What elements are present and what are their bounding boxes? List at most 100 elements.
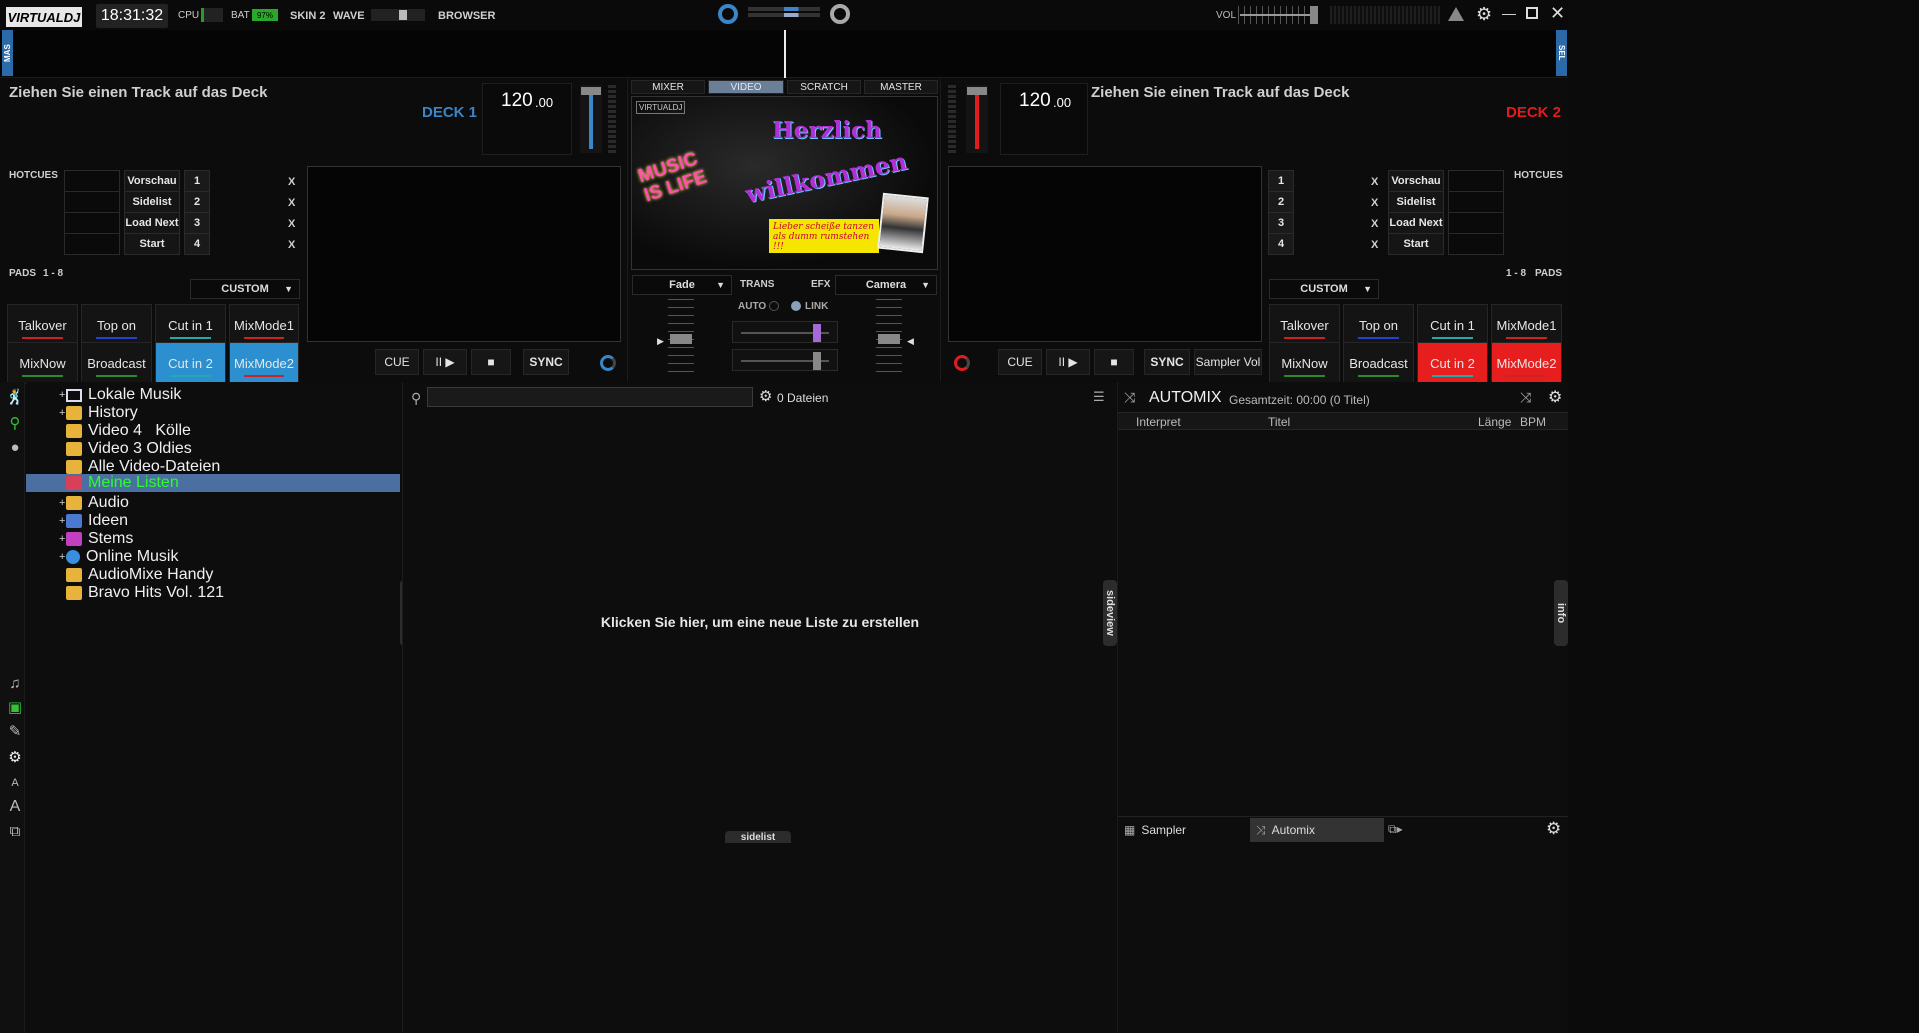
tab-automix[interactable]: ⤨ Automix (1250, 818, 1384, 842)
shuffle-icon[interactable]: ⤨ (1124, 389, 1135, 406)
settings-gear-icon[interactable]: ⚙ (1476, 4, 1492, 25)
auto-toggle[interactable] (769, 301, 779, 311)
search-icon[interactable]: ⚲ (411, 390, 421, 407)
deck1-pad-mixmode1[interactable]: MixMode1 (229, 304, 299, 346)
master-volume-slider[interactable] (1238, 6, 1320, 24)
col-bpm[interactable]: BPM (1520, 415, 1546, 429)
deck1-hotcue-1-num[interactable]: 1 (184, 170, 210, 192)
music-note-icon[interactable]: ♫ (4, 672, 26, 694)
deck2-sync-button[interactable]: SYNC (1144, 349, 1190, 375)
deck1-hotcue-4-num[interactable]: 4 (184, 233, 210, 255)
deck1-pad-mixnow[interactable]: MixNow (7, 342, 78, 384)
deck2-hotcue-3-num[interactable]: 3 (1268, 212, 1294, 234)
deck1-hotcue-2-num[interactable]: 2 (184, 191, 210, 213)
sidelist-tab[interactable]: sidelist (725, 831, 791, 843)
filter-person-icon[interactable]: ⚲ (4, 412, 26, 434)
deck2-pad-talkover[interactable]: Talkover (1269, 304, 1340, 346)
deck2-sampler-vol-button[interactable]: Sampler Vol (1194, 349, 1262, 375)
deck1-pad-broadcast[interactable]: Broadcast (81, 342, 152, 384)
minimize-icon[interactable]: — (1502, 5, 1516, 21)
col-titel[interactable]: Titel (1268, 415, 1290, 429)
image-edit-icon[interactable]: ⧉ (4, 820, 26, 842)
video-crossfader-bottom[interactable] (732, 349, 838, 371)
deck1-hotcue-load-next[interactable]: Load Next (124, 212, 180, 234)
expand-icon[interactable]: + (59, 551, 65, 563)
col-interpret[interactable]: Interpret (1136, 415, 1181, 429)
expand-icon[interactable]: + (59, 533, 65, 545)
deck1-hotcue-start[interactable]: Start (124, 233, 180, 255)
font-large-icon[interactable]: A (4, 796, 26, 818)
font-small-icon[interactable]: A (4, 772, 26, 794)
search-settings-gear-icon[interactable]: ⚙ (759, 387, 772, 405)
tab-sampler[interactable]: ▦ Sampler (1118, 818, 1248, 842)
settings-gear-icon[interactable]: ⚙ (4, 746, 26, 768)
expand-icon[interactable]: + (59, 407, 65, 419)
deck2-pad-cut-in-1[interactable]: Cut in 1 (1417, 304, 1488, 346)
tree-item-bravo-hits[interactable]: Bravo Hits Vol. 121 (66, 582, 224, 604)
tab-video[interactable]: VIDEO (708, 80, 784, 94)
search-input[interactable] (427, 387, 753, 407)
deck1-pads-mode-dropdown[interactable]: CUSTOM ▼ (190, 279, 300, 299)
deck1-pad-talkover[interactable]: Talkover (7, 304, 78, 346)
deck1-hotcue-3-num[interactable]: 3 (184, 212, 210, 234)
deck2-hotcue-vorschau[interactable]: Vorschau (1388, 170, 1444, 192)
automix-shuffle-icon[interactable]: ⤨ (1520, 389, 1531, 406)
empty-list-message[interactable]: Klicken Sie hier, um eine neue Liste zu … (403, 614, 1117, 630)
tab-master[interactable]: MASTER (864, 80, 938, 94)
deck1-hotcue-3-delete[interactable]: X (288, 218, 295, 230)
master-side-tab[interactable]: MAS (2, 30, 13, 76)
expand-icon[interactable]: + (59, 497, 65, 509)
col-laenge[interactable]: Länge (1478, 415, 1511, 429)
dancer-icon[interactable]: 🕺 (4, 386, 26, 408)
deck2-hotcue-load-next[interactable]: Load Next (1388, 212, 1444, 234)
deck2-hotcue-1-num[interactable]: 1 (1268, 170, 1294, 192)
deck2-pad-broadcast[interactable]: Broadcast (1343, 342, 1414, 384)
deck1-hotcue-4-slot[interactable] (64, 233, 120, 255)
deck1-pad-mixmode2[interactable]: MixMode2 (229, 342, 299, 384)
deck1-pad-cut-in-1[interactable]: Cut in 1 (155, 304, 226, 346)
panel-settings-gear-icon[interactable]: ⚙ (1546, 819, 1561, 839)
deck2-play-pause-button[interactable]: II ▶ (1046, 349, 1090, 375)
tab-mixer[interactable]: MIXER (631, 80, 705, 94)
deck2-pad-mixmode2[interactable]: MixMode2 (1491, 342, 1562, 384)
deck2-hotcue-1-slot[interactable] (1448, 170, 1504, 192)
tree-item-meine-listen[interactable]: Meine Listen (66, 474, 179, 492)
deck2-video-fader[interactable] (876, 299, 902, 379)
deck2-pad-top-on[interactable]: Top on (1343, 304, 1414, 346)
deck1-video-fader[interactable] (668, 299, 694, 379)
video-view-icon[interactable]: ▣ (4, 696, 26, 718)
warning-icon[interactable] (1448, 7, 1464, 21)
deck2-pad-cut-in-2[interactable]: Cut in 2 (1417, 342, 1488, 384)
add-panel-icon[interactable]: ⧉▸ (1388, 822, 1403, 837)
expand-icon[interactable]: + (59, 515, 65, 527)
waveform-area[interactable]: MAS SEL (0, 30, 1568, 78)
deck1-hotcue-vorschau[interactable]: Vorschau (124, 170, 180, 192)
deck1-hotcue-2-delete[interactable]: X (288, 197, 295, 209)
edit-pen-icon[interactable]: ✎ (4, 720, 26, 742)
deck1-hotcue-sidelist[interactable]: Sidelist (124, 191, 180, 213)
skin-button[interactable]: SKIN 2 (290, 10, 325, 22)
deck2-hotcue-4-delete[interactable]: X (1371, 239, 1378, 251)
select-side-tab[interactable]: SEL (1556, 30, 1567, 76)
deck1-sync-button[interactable]: SYNC (523, 349, 569, 375)
deck1-stop-button[interactable]: ■ (471, 349, 511, 375)
close-icon[interactable]: ✕ (1550, 3, 1565, 24)
video-fx-dropdown[interactable]: Camera ▼ (835, 275, 937, 295)
expand-icon[interactable]: + (59, 389, 65, 401)
tab-scratch[interactable]: SCRATCH (787, 80, 861, 94)
transition-dropdown[interactable]: Fade ▼ (632, 275, 732, 295)
deck2-hotcue-start[interactable]: Start (1388, 233, 1444, 255)
sideview-tab[interactable]: sideview (1103, 580, 1117, 646)
deck2-hotcue-sidelist[interactable]: Sidelist (1388, 191, 1444, 213)
deck2-pitch-slider[interactable] (966, 85, 988, 153)
deck2-pad-mixmode1[interactable]: MixMode1 (1491, 304, 1562, 346)
deck1-hotcue-1-delete[interactable]: X (288, 176, 295, 188)
deck2-pads-mode-dropdown[interactable]: CUSTOM ▼ (1269, 279, 1379, 299)
wave-toggle[interactable] (371, 9, 425, 21)
deck1-play-pause-button[interactable]: II ▶ (423, 349, 467, 375)
deck2-hotcue-3-delete[interactable]: X (1371, 218, 1378, 230)
automix-settings-gear-icon[interactable]: ⚙ (1548, 387, 1562, 407)
list-options-icon[interactable]: ☰ (1093, 389, 1105, 405)
deck2-hotcue-3-slot[interactable] (1448, 212, 1504, 234)
link-toggle[interactable] (791, 301, 801, 311)
